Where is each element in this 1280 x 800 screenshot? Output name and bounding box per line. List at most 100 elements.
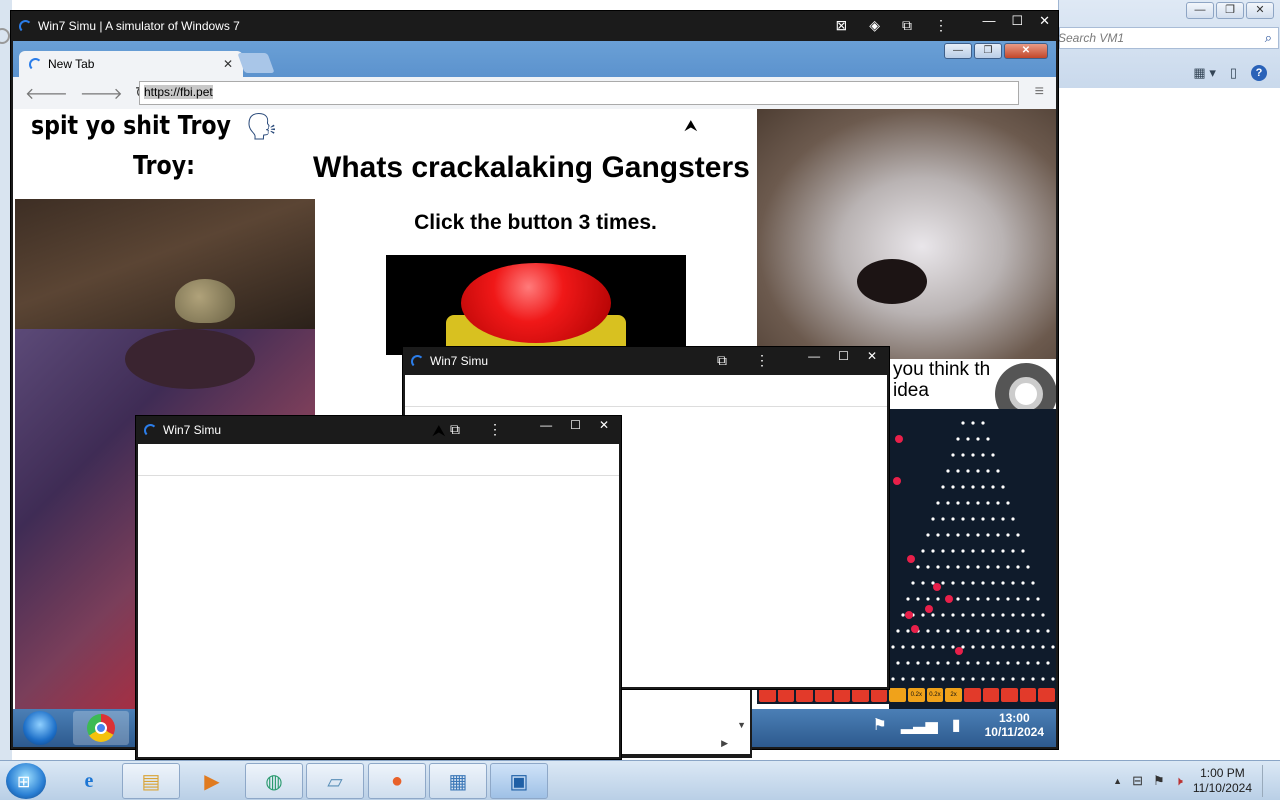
more-options-icon[interactable]: ⋮ <box>488 421 502 438</box>
address-bar[interactable]: https://fbi.pet <box>139 81 1019 105</box>
start-button[interactable]: ⊞ <box>6 763 46 799</box>
plinko-peg <box>916 565 920 569</box>
extensions-icon[interactable]: ⧉ <box>717 352 727 369</box>
plinko-peg <box>1016 565 1020 569</box>
plinko-peg <box>911 677 915 681</box>
browser-close-button[interactable]: ✕ <box>1004 43 1048 59</box>
popup-b-maximize-button[interactable]: ☐ <box>570 418 581 432</box>
host-restore-button[interactable]: ❐ <box>1216 2 1244 19</box>
plinko-multiplier-slot <box>1038 688 1055 702</box>
inner-taskbar-chrome[interactable] <box>73 711 129 745</box>
simu-close-button[interactable]: ✕ <box>1039 13 1050 29</box>
popup-a-minimize-button[interactable]: — <box>808 349 820 363</box>
plinko-peg <box>1001 549 1005 553</box>
show-hidden-icons-icon[interactable]: ▲ <box>1113 776 1122 786</box>
tab-new-tab[interactable]: New Tab ✕ <box>19 51 243 77</box>
host-close-button[interactable]: ✕ <box>1246 2 1274 19</box>
url-text: https://fbi.pet <box>144 85 213 99</box>
scroll-down-arrow-icon[interactable]: ▼ <box>737 720 746 730</box>
back-arrow-icon[interactable]: 🡐 <box>25 83 68 104</box>
plinko-peg <box>896 629 900 633</box>
plinko-multiplier-slot <box>759 688 776 702</box>
plinko-peg <box>956 469 960 473</box>
inner-start-button[interactable] <box>23 711 57 745</box>
plinko-peg <box>956 533 960 537</box>
host-minimize-button[interactable]: — <box>1186 2 1214 19</box>
plinko-peg <box>921 613 925 617</box>
scroll-right-arrow-icon[interactable]: ▶ <box>721 738 728 749</box>
chrome-icon <box>87 714 115 742</box>
plinko-peg <box>991 677 995 681</box>
browser-minimize-button[interactable]: — <box>944 43 972 59</box>
media-player-icon: ▶ <box>204 770 220 793</box>
plinko-peg <box>946 565 950 569</box>
control-panel-button[interactable]: ▦ <box>429 763 487 799</box>
host-window: — ❐ ✕ Search VM1 ⌕ ▦ ▾ ▯ ? <box>1058 0 1280 88</box>
plinko-peg <box>1051 645 1055 649</box>
red-button-dome[interactable] <box>461 263 611 343</box>
plinko-peg <box>996 597 1000 601</box>
notepad-button[interactable]: ▱ <box>306 763 364 799</box>
plinko-peg <box>1036 629 1040 633</box>
app-green-button[interactable]: ◍ <box>245 763 303 799</box>
popup-b-close-button[interactable]: ✕ <box>599 418 609 432</box>
remote-desktop-button[interactable]: ▣ <box>490 763 548 799</box>
page-instruction: Click the button 3 times. <box>414 211 657 234</box>
loading-spinner-icon <box>19 19 32 33</box>
more-options-icon[interactable]: ⋮ <box>755 352 769 369</box>
plinko-peg <box>1021 677 1025 681</box>
cast-off-icon[interactable]: ⊠ <box>835 17 847 34</box>
firefox-button[interactable]: ● <box>368 763 426 799</box>
system-tray: ▲ ⊟ ⚑ 🕨 1:00 PM 11/10/2024 <box>1113 765 1272 797</box>
plinko-peg <box>921 549 925 553</box>
plinko-peg <box>941 613 945 617</box>
network-icon[interactable]: ⊟ <box>1132 773 1143 789</box>
diamond-icon[interactable]: ◈ <box>869 17 880 34</box>
tab-close-icon[interactable]: ✕ <box>223 57 233 71</box>
plinko-peg <box>1001 485 1005 489</box>
media-player-button[interactable]: ▶ <box>183 763 241 799</box>
battery-icon[interactable]: ▮ <box>952 715 961 735</box>
simu-maximize-button[interactable]: ☐ <box>1011 13 1023 29</box>
big-red-button[interactable] <box>386 255 686 355</box>
popup-a-maximize-button[interactable]: ☐ <box>838 349 849 363</box>
browser-menu-icon[interactable]: ≡ <box>1035 83 1044 101</box>
view-options-icon[interactable]: ▦ ▾ <box>1193 65 1215 81</box>
plinko-peg <box>936 597 940 601</box>
internet-explorer-button[interactable]: e <box>60 763 118 799</box>
volume-muted-icon[interactable]: 🕨 <box>1175 773 1183 789</box>
plinko-peg <box>1031 581 1035 585</box>
plinko-peg <box>981 517 985 521</box>
plinko-peg <box>956 661 960 665</box>
flag-icon[interactable]: ⚑ <box>873 715 887 735</box>
browser-restore-button[interactable]: ❐ <box>974 43 1002 59</box>
more-options-icon[interactable]: ⋮ <box>934 17 948 34</box>
popup-a-close-button[interactable]: ✕ <box>867 349 877 363</box>
system-clock[interactable]: 1:00 PM 11/10/2024 <box>1193 766 1252 796</box>
forward-arrow-icon[interactable]: 🡒 <box>80 83 123 104</box>
extensions-icon[interactable]: ⧉ <box>902 17 912 34</box>
plinko-peg <box>971 453 975 457</box>
action-center-flag-icon[interactable]: ⚑ <box>1153 773 1165 789</box>
host-search-placeholder: Search VM1 <box>1058 31 1125 45</box>
plinko-peg <box>921 581 925 585</box>
file-explorer-button[interactable]: ▤ <box>122 763 180 799</box>
preview-pane-icon[interactable]: ▯ <box>1230 65 1237 81</box>
simu-minimize-button[interactable]: — <box>982 13 995 29</box>
new-tab-button[interactable] <box>237 53 275 73</box>
plinko-peg <box>1046 629 1050 633</box>
plinko-peg <box>1031 677 1035 681</box>
help-icon[interactable]: ? <box>1251 65 1267 81</box>
extensions-icon[interactable]: ⧉ <box>450 421 460 438</box>
popup-b-minimize-button[interactable]: — <box>540 418 552 432</box>
plinko-peg <box>901 677 905 681</box>
search-icon[interactable]: ⌕ <box>1265 30 1272 46</box>
plinko-peg <box>966 501 970 505</box>
popup-a-window-controls: — ☐ ✕ <box>808 349 877 363</box>
plinko-peg <box>961 613 965 617</box>
inner-clock[interactable]: 13:00 10/11/2024 <box>985 711 1044 739</box>
host-search-input[interactable]: Search VM1 ⌕ <box>1058 27 1279 49</box>
show-desktop-button[interactable] <box>1262 765 1272 797</box>
signal-icon[interactable]: ▂▃▅ <box>901 715 938 735</box>
plinko-peg <box>971 549 975 553</box>
